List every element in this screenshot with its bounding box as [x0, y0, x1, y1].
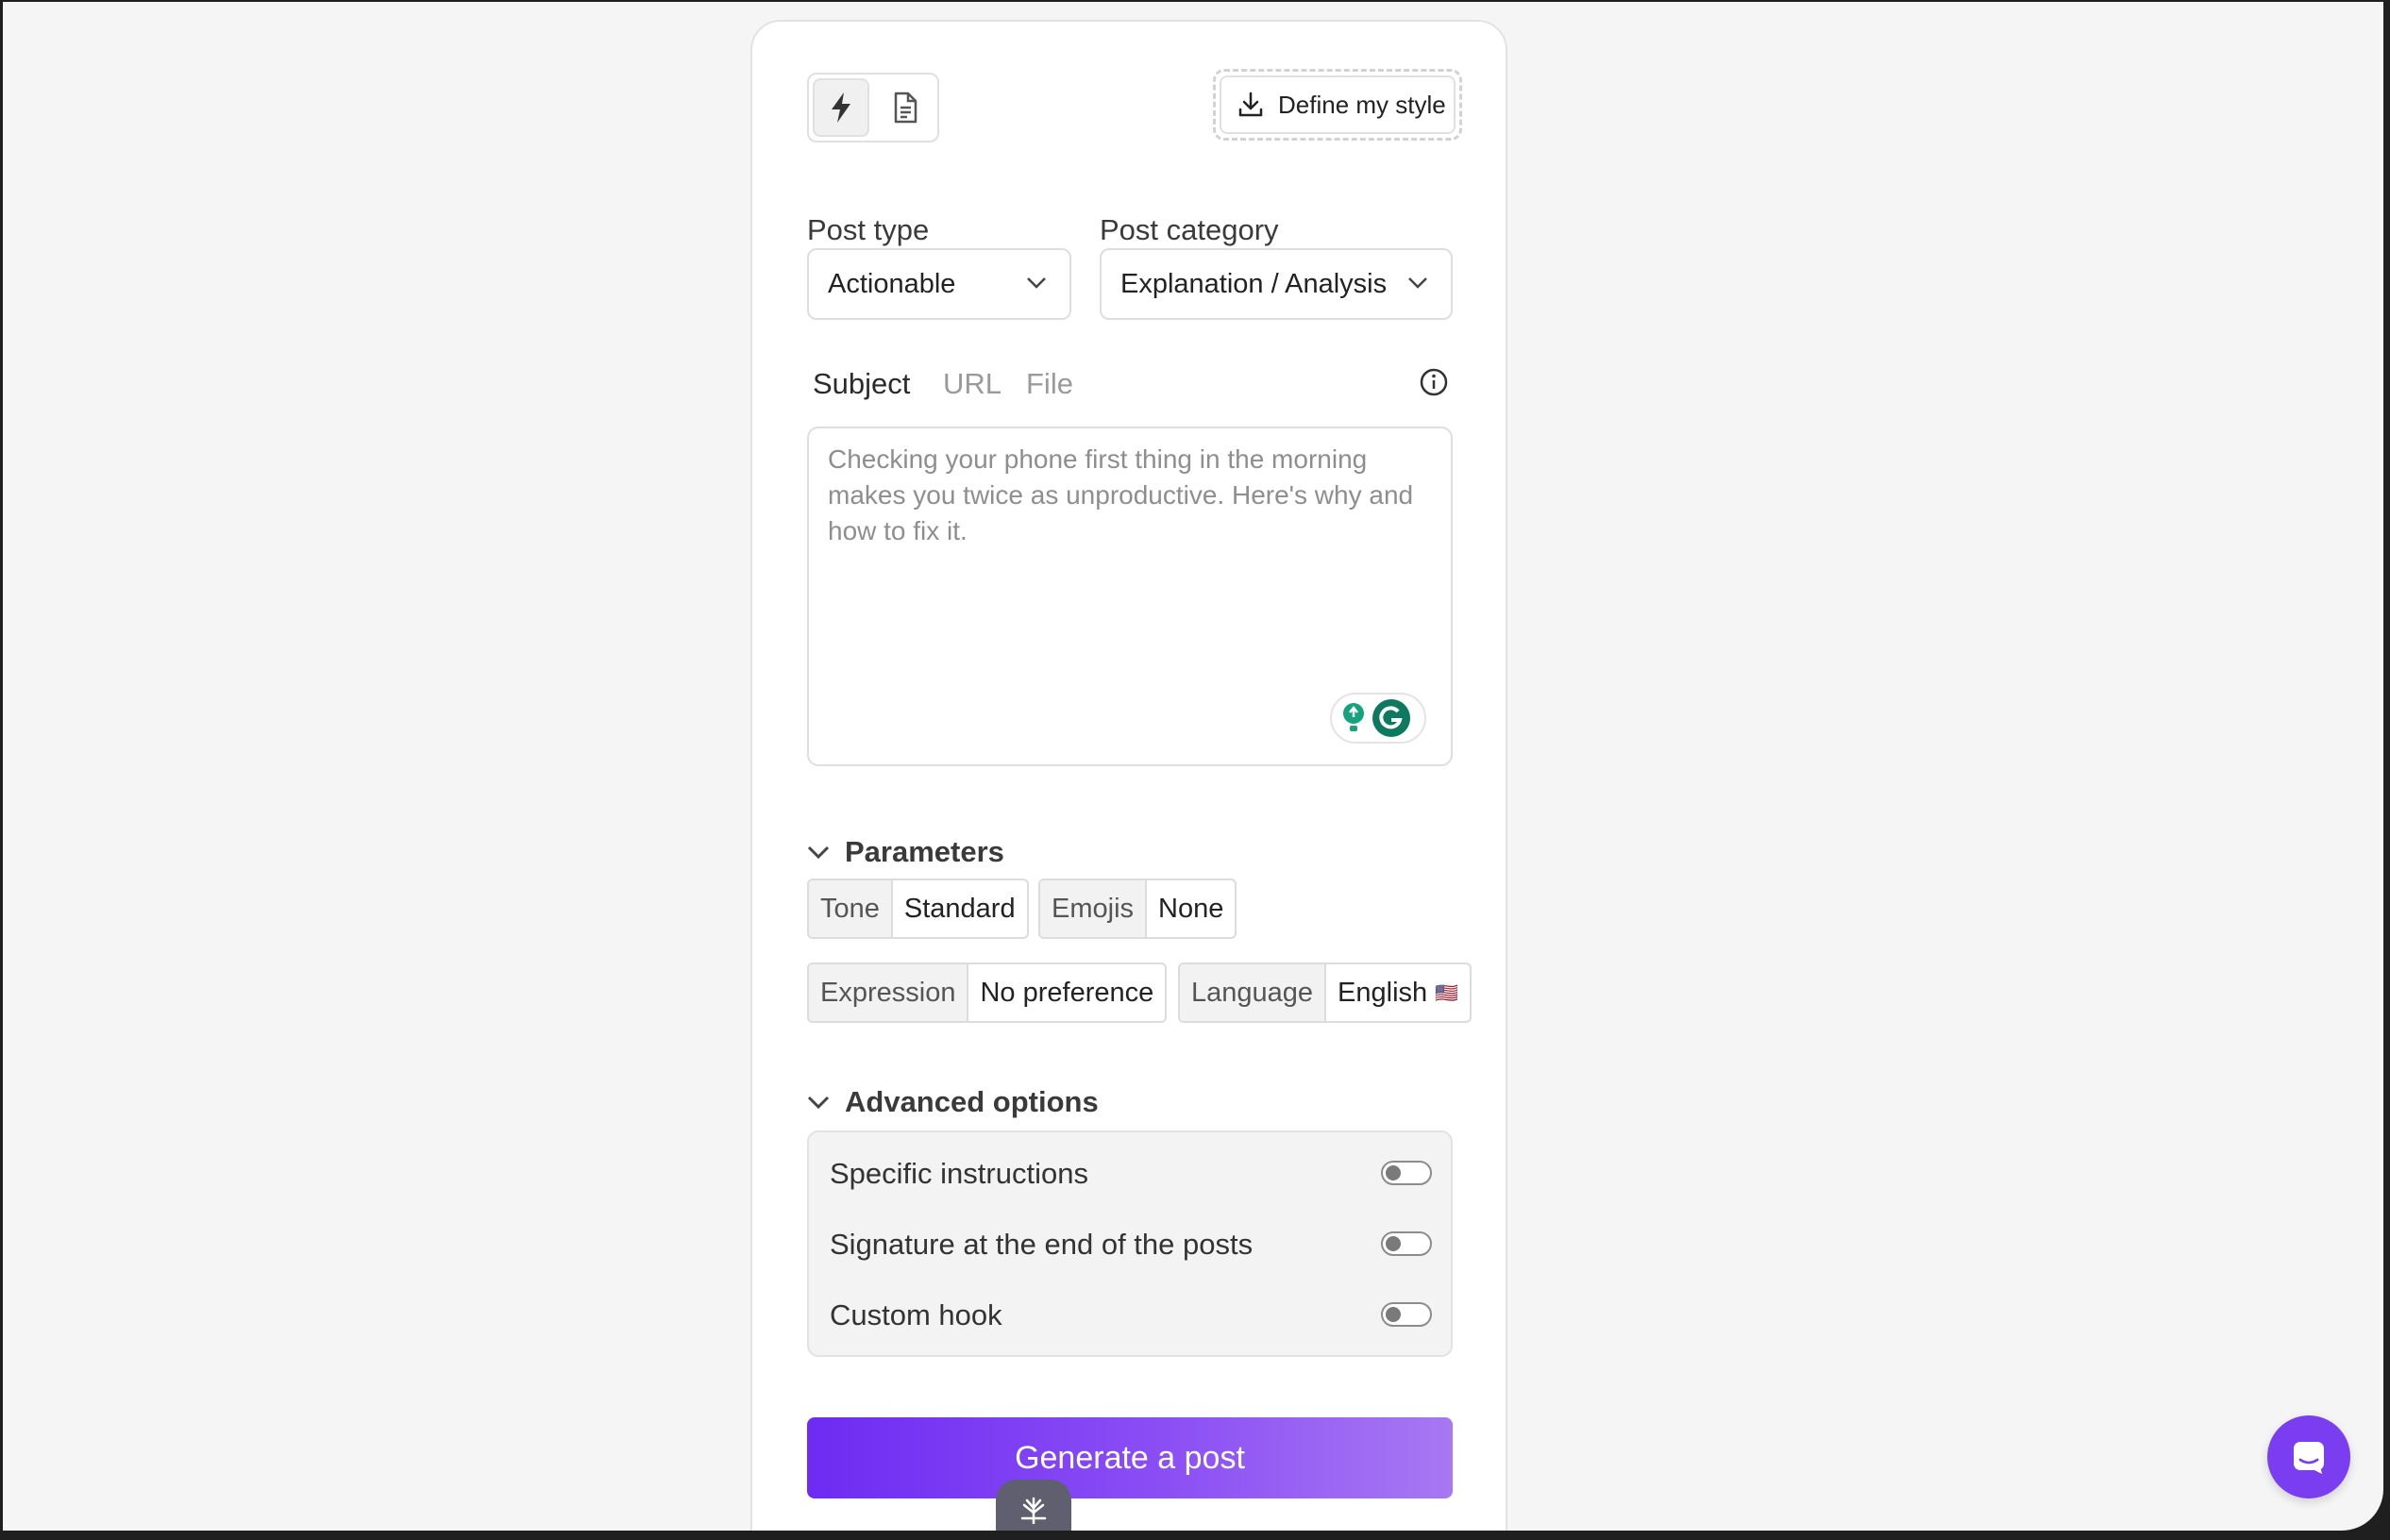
- grammarly-icon: [1372, 699, 1410, 737]
- define-style-button[interactable]: Define my style: [1213, 69, 1462, 141]
- define-style-label: Define my style: [1278, 90, 1446, 119]
- toggle-knob: [1386, 1165, 1401, 1180]
- us-flag-icon: 🇺🇸: [1435, 982, 1459, 1004]
- specific-instructions-toggle[interactable]: [1381, 1161, 1432, 1185]
- emojis-value: None: [1158, 893, 1224, 924]
- grammarly-widget[interactable]: [1330, 693, 1426, 744]
- signature-label: Signature at the end of the posts: [830, 1228, 1254, 1261]
- post-category-label: Post category: [1100, 213, 1279, 246]
- language-value: English: [1338, 977, 1428, 1008]
- advanced-options-toggle[interactable]: Advanced options: [807, 1085, 1099, 1119]
- post-category-select[interactable]: Explanation / Analysis: [1100, 248, 1453, 320]
- chevron-down-icon: [1027, 277, 1046, 289]
- post-type-select[interactable]: Actionable: [807, 248, 1071, 320]
- toggle-knob: [1386, 1307, 1401, 1322]
- expression-key: Expression: [809, 964, 969, 1021]
- toggle-knob: [1386, 1236, 1401, 1251]
- post-type-value: Actionable: [828, 268, 956, 299]
- chevron-down-icon: [807, 1096, 830, 1110]
- info-icon[interactable]: [1419, 367, 1449, 397]
- lightbulb-icon: [1343, 703, 1364, 731]
- sprout-icon: [1020, 1497, 1047, 1524]
- parameters-title: Parameters: [845, 835, 1004, 868]
- expression-selector[interactable]: Expression No preference: [807, 962, 1168, 1023]
- language-value-wrap: English 🇺🇸: [1326, 964, 1470, 1021]
- tone-selector[interactable]: Tone Standard: [807, 879, 1029, 939]
- tone-key: Tone: [809, 880, 893, 937]
- signature-toggle[interactable]: [1381, 1231, 1432, 1256]
- bolt-icon: [832, 92, 850, 123]
- extension-launcher[interactable]: [996, 1480, 1071, 1531]
- chat-launcher-button[interactable]: [2267, 1415, 2350, 1498]
- post-generator-card: Define my style Post type Actionable Pos…: [750, 20, 1507, 1531]
- post-type-label: Post type: [807, 213, 930, 246]
- emojis-selector[interactable]: Emojis None: [1038, 879, 1237, 939]
- custom-hook-toggle[interactable]: [1381, 1302, 1432, 1327]
- document-mode-button[interactable]: [877, 78, 934, 137]
- chat-icon: [2294, 1442, 2324, 1474]
- document-icon: [894, 92, 917, 124]
- post-category-value: Explanation / Analysis: [1120, 268, 1388, 299]
- tab-file[interactable]: File: [1026, 367, 1073, 401]
- advanced-options-title: Advanced options: [845, 1085, 1099, 1118]
- app-window: Define my style Post type Actionable Pos…: [3, 2, 2383, 1531]
- subject-placeholder: Checking your phone first thing in the m…: [828, 444, 1414, 545]
- language-key: Language: [1180, 964, 1327, 1021]
- parameters-toggle[interactable]: Parameters: [807, 835, 1004, 869]
- expression-value: No preference: [980, 977, 1154, 1008]
- language-selector[interactable]: Language English 🇺🇸: [1178, 962, 1473, 1023]
- advanced-options-panel: Specific instructions Signature at the e…: [807, 1130, 1453, 1357]
- tab-subject[interactable]: Subject: [813, 367, 910, 401]
- define-style-inner: Define my style: [1220, 75, 1456, 134]
- specific-instructions-label: Specific instructions: [830, 1157, 1088, 1190]
- emojis-key: Emojis: [1040, 880, 1148, 937]
- subject-input[interactable]: Checking your phone first thing in the m…: [807, 427, 1453, 766]
- chevron-down-icon: [807, 845, 830, 860]
- generate-post-button[interactable]: Generate a post: [807, 1417, 1453, 1498]
- tab-url[interactable]: URL: [943, 367, 1001, 401]
- quick-mode-button[interactable]: [813, 78, 869, 137]
- download-icon: [1238, 92, 1263, 117]
- mode-switcher: [807, 73, 939, 142]
- tone-value: Standard: [903, 893, 1016, 924]
- chevron-down-icon: [1408, 277, 1427, 289]
- custom-hook-label: Custom hook: [830, 1298, 1002, 1331]
